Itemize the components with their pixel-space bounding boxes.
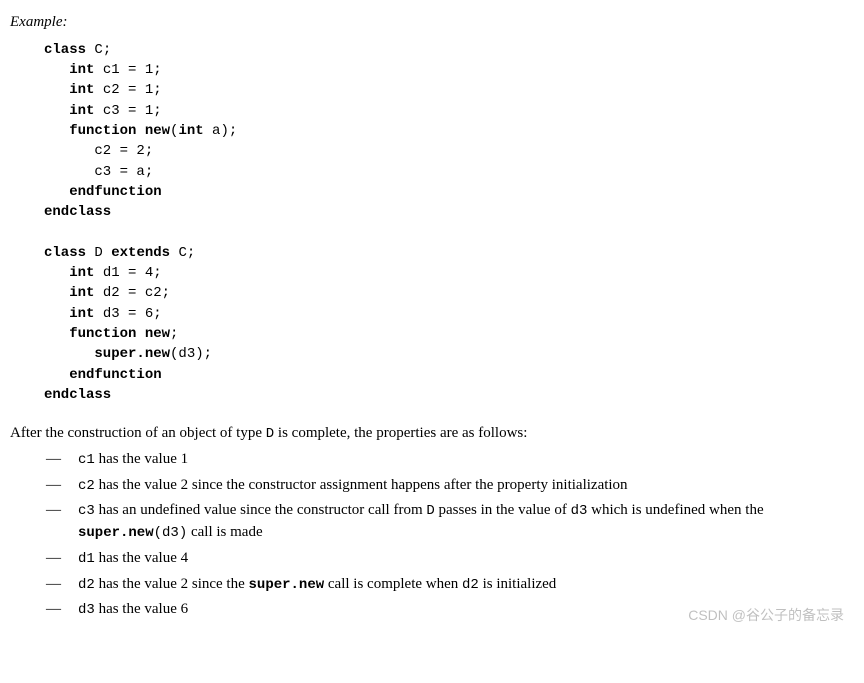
text: has the value 6 <box>95 601 188 617</box>
list-item: — d1 has the value 4 <box>46 548 854 570</box>
var-c1: c1 <box>78 452 95 468</box>
list-item: — c2 has the value 2 since the construct… <box>46 475 854 497</box>
code-block: class C; int c1 = 1; int c2 = 1; int c3 … <box>44 40 854 405</box>
var-d2: d2 <box>78 577 95 593</box>
code-text: D <box>86 245 111 261</box>
text: which is undefined when the <box>587 502 763 518</box>
kw-function-new: function new <box>44 326 170 342</box>
dash-icon: — <box>46 548 78 570</box>
text: call is made <box>187 524 262 540</box>
kw-class: class <box>44 42 86 58</box>
dash-icon: — <box>46 449 78 471</box>
kw-super-new: super.new <box>44 346 170 362</box>
super-new-call: super.new <box>249 577 325 593</box>
kw-endclass: endclass <box>44 204 111 220</box>
list-body: c2 has the value 2 since the constructor… <box>78 475 854 497</box>
code-text: C; <box>86 42 111 58</box>
kw-class: class <box>44 245 86 261</box>
kw-int: int <box>44 62 94 78</box>
code-text: c3 = a; <box>44 164 153 180</box>
var-d3: d3 <box>571 503 588 519</box>
code-text: d1 = 4; <box>94 265 161 281</box>
dash-icon: — <box>46 574 78 596</box>
intro-text: After the construction of an object of t… <box>10 425 266 441</box>
list-body: d2 has the value 2 since the super.new c… <box>78 574 854 596</box>
example-label: Example: <box>10 12 854 34</box>
text: call is complete when <box>324 576 462 592</box>
var-d3: d3 <box>78 602 95 618</box>
text: has the value 2 since the constructor as… <box>95 477 628 493</box>
code-text: c2 = 1; <box>94 82 161 98</box>
code-text: ; <box>170 326 178 342</box>
list-body: c3 has an undefined value since the cons… <box>78 500 854 544</box>
code-text: C; <box>170 245 195 261</box>
code-text: c2 = 2; <box>44 143 153 159</box>
var-d2: d2 <box>462 577 479 593</box>
code-text: (d3); <box>170 346 212 362</box>
kw-int: int <box>44 285 94 301</box>
text: has an undefined value since the constru… <box>95 502 427 518</box>
list-item: — d3 has the value 6 <box>46 599 854 621</box>
super-new-call: super.new <box>78 525 154 541</box>
code-text: d2 = c2; <box>94 285 170 301</box>
properties-list: — c1 has the value 1 — c2 has the value … <box>46 449 854 621</box>
list-body: c1 has the value 1 <box>78 449 854 471</box>
super-new-arg: (d3) <box>154 525 188 541</box>
list-body: d3 has the value 6 <box>78 599 854 621</box>
text: has the value 4 <box>95 550 188 566</box>
dash-icon: — <box>46 599 78 621</box>
text: has the value 1 <box>95 451 188 467</box>
kw-int: int <box>44 265 94 281</box>
list-body: d1 has the value 4 <box>78 548 854 570</box>
kw-endfunction: endfunction <box>44 367 162 383</box>
list-item: — d2 has the value 2 since the super.new… <box>46 574 854 596</box>
kw-int: int <box>178 123 203 139</box>
intro-text: is complete, the properties are as follo… <box>274 425 527 441</box>
type-d: D <box>266 426 274 442</box>
intro-paragraph: After the construction of an object of t… <box>10 423 854 445</box>
kw-endclass: endclass <box>44 387 111 403</box>
dash-icon: — <box>46 500 78 522</box>
type-d: D <box>426 503 434 519</box>
dash-icon: — <box>46 475 78 497</box>
var-c3: c3 <box>78 503 95 519</box>
code-text: a); <box>204 123 238 139</box>
kw-function-new: function new <box>44 123 170 139</box>
kw-endfunction: endfunction <box>44 184 162 200</box>
kw-int: int <box>44 103 94 119</box>
code-text: d3 = 6; <box>94 306 161 322</box>
var-c2: c2 <box>78 478 95 494</box>
list-item: — c1 has the value 1 <box>46 449 854 471</box>
kw-int: int <box>44 82 94 98</box>
kw-int: int <box>44 306 94 322</box>
code-text: c3 = 1; <box>94 103 161 119</box>
text: is initialized <box>479 576 556 592</box>
text: has the value 2 since the <box>95 576 249 592</box>
var-d1: d1 <box>78 551 95 567</box>
list-item: — c3 has an undefined value since the co… <box>46 500 854 544</box>
text: passes in the value of <box>435 502 571 518</box>
kw-extends: extends <box>111 245 170 261</box>
code-text: c1 = 1; <box>94 62 161 78</box>
